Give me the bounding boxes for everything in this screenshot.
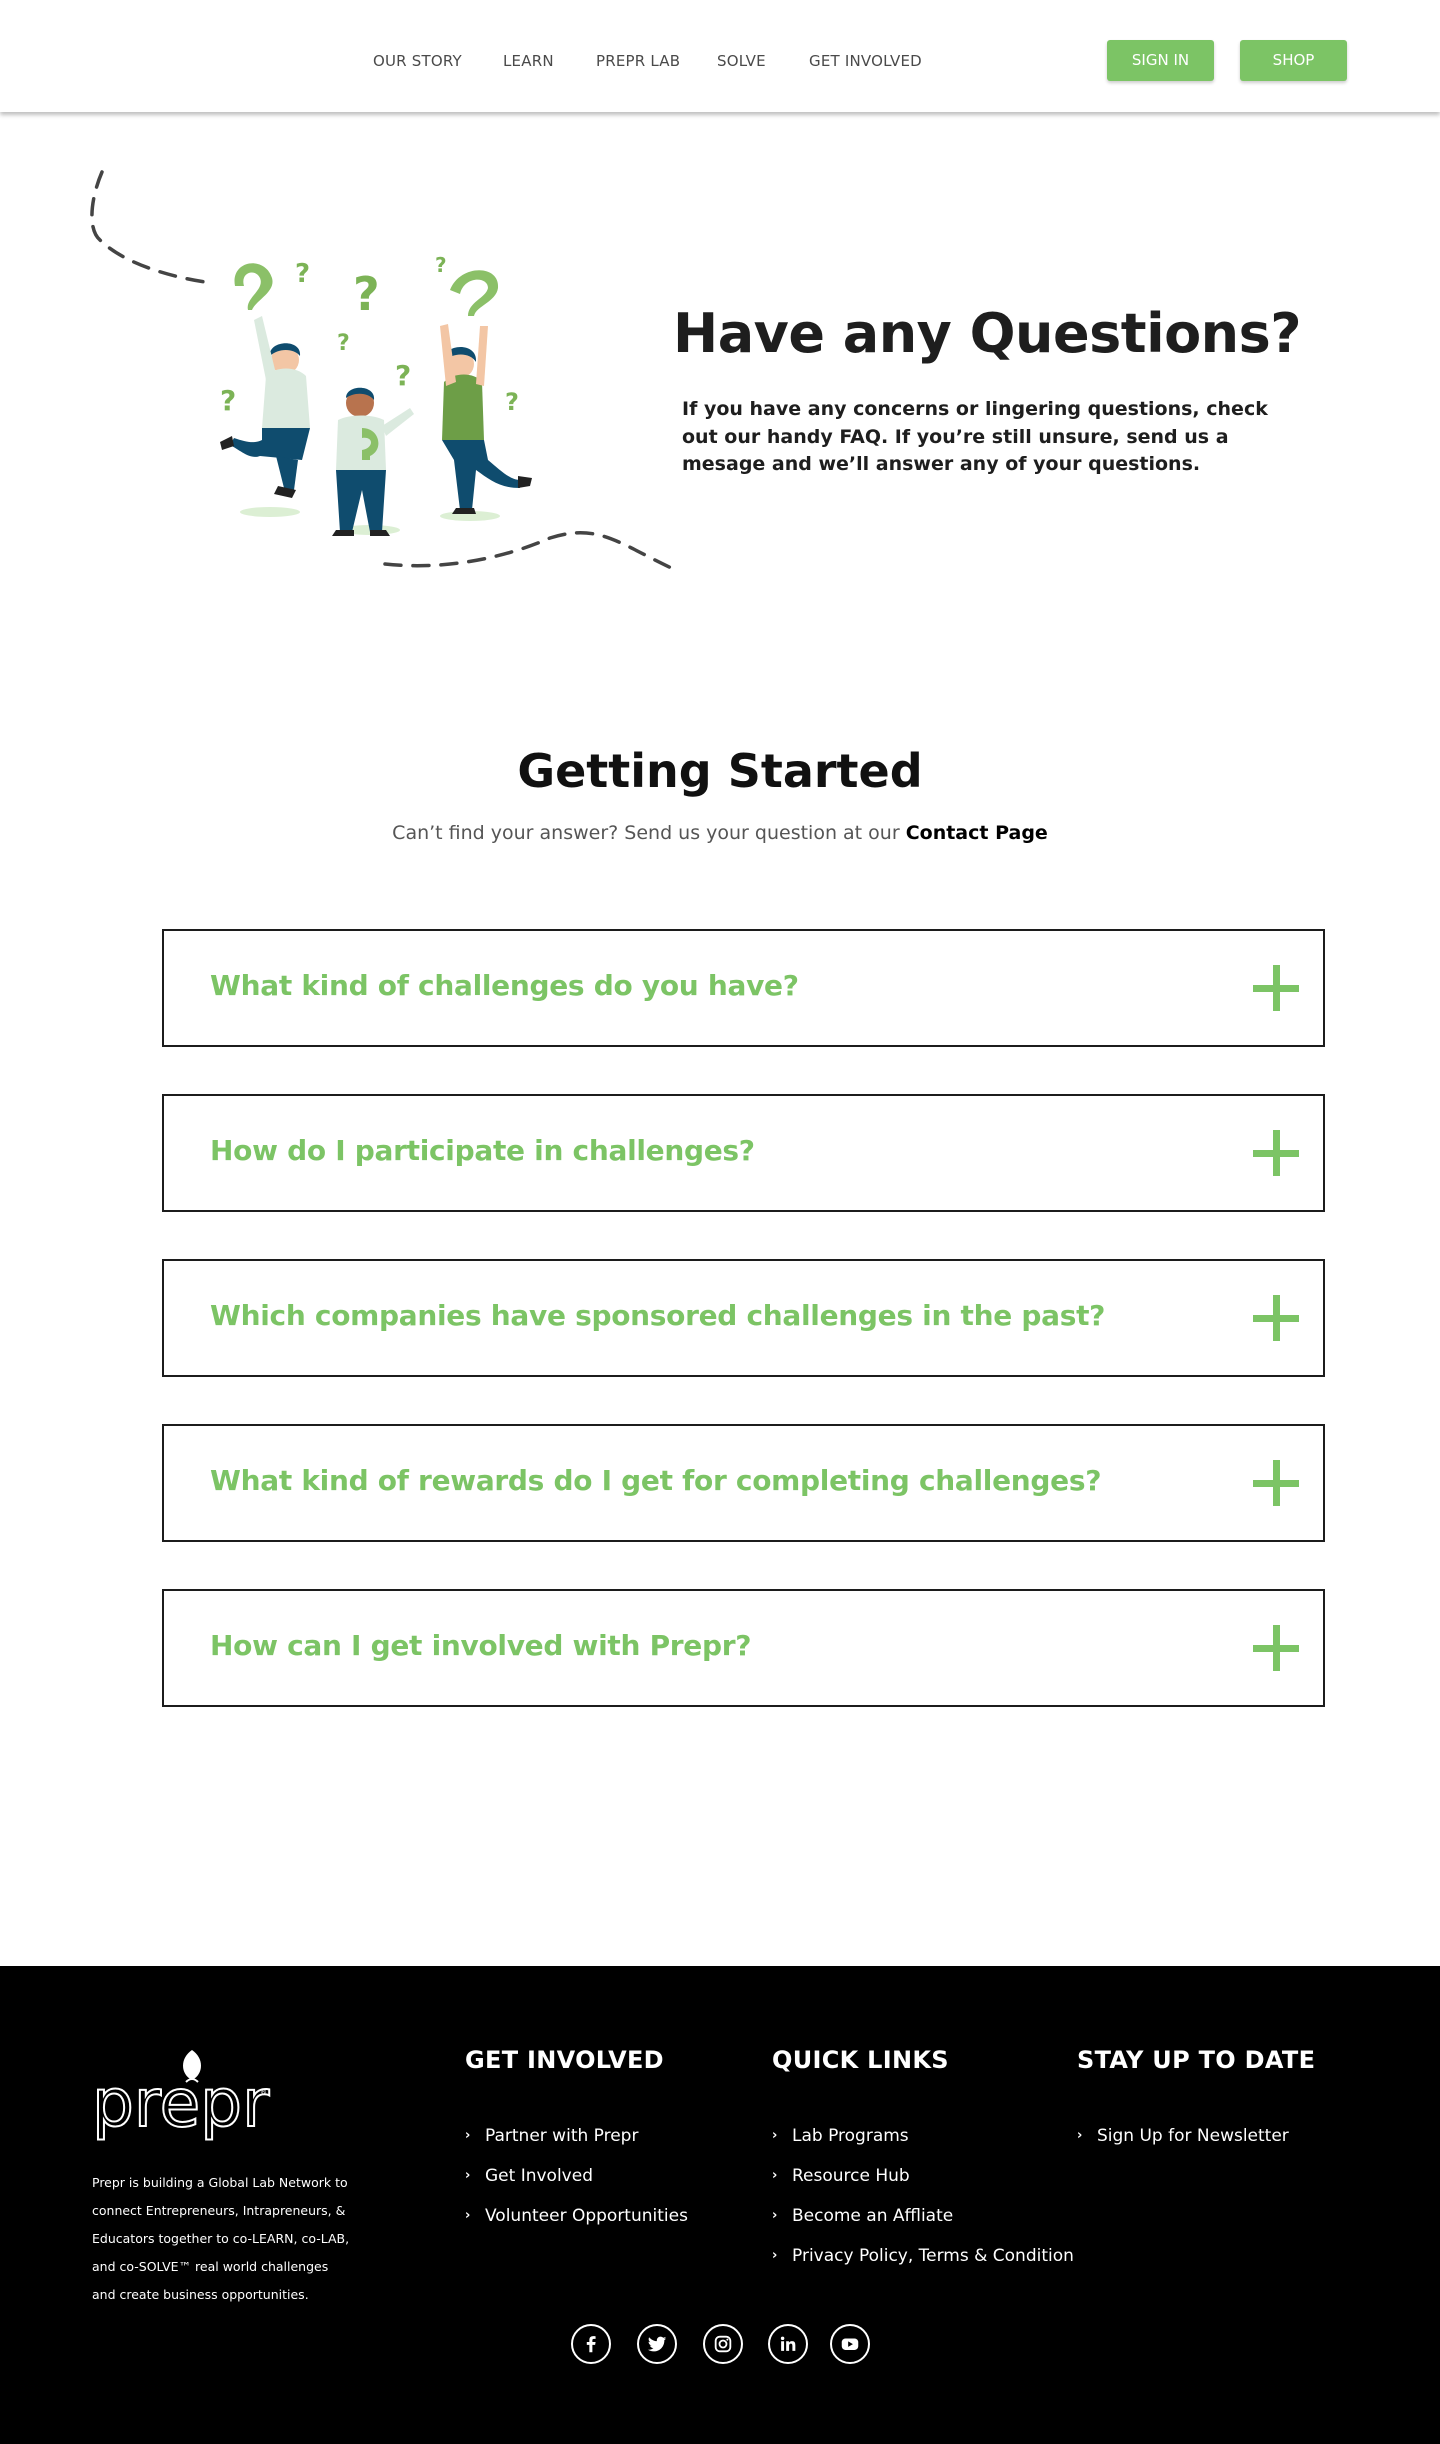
chevron-right-icon: › [772, 2128, 778, 2143]
chevron-right-icon: › [772, 2168, 778, 2183]
svg-text:prepr: prepr [92, 2065, 270, 2142]
footer-link-lab-programs[interactable]: › Lab Programs [772, 2126, 1074, 2166]
linkedin-icon[interactable] [768, 2324, 808, 2364]
footer-link-privacy[interactable]: › Privacy Policy, Terms & Condition [772, 2246, 1074, 2286]
footer-link-partner[interactable]: › Partner with Prepr [465, 2126, 688, 2166]
faq-item[interactable]: How can I get involved with Prepr? [162, 1589, 1325, 1707]
plus-icon[interactable] [1253, 965, 1299, 1011]
footer-newsletter-list: › Sign Up for Newsletter [1077, 2126, 1289, 2166]
faq-question: Which companies have sponsored challenge… [210, 1299, 1106, 1332]
plus-icon[interactable] [1253, 1130, 1299, 1176]
chevron-right-icon: › [772, 2248, 778, 2263]
svg-text:?: ? [295, 259, 310, 289]
instagram-icon[interactable] [703, 2324, 743, 2364]
subtitle-text: Can’t find your answer? Send us your que… [392, 822, 900, 844]
faq-illustration: ? ? ? ? ? ? ? [90, 170, 682, 574]
facebook-icon[interactable] [571, 2324, 611, 2364]
nav-our-story[interactable]: OUR STORY [373, 52, 462, 70]
footer-col-title-quick-links: QUICK LINKS [772, 2046, 949, 2074]
svg-text:®: ® [260, 2088, 267, 2096]
footer-col-title-get-involved: GET INVOLVED [465, 2046, 664, 2074]
twitter-icon[interactable] [637, 2324, 677, 2364]
footer-link-volunteer[interactable]: › Volunteer Opportunities [465, 2206, 688, 2246]
nav-get-involved[interactable]: GET INVOLVED [809, 52, 922, 70]
plus-icon[interactable] [1253, 1625, 1299, 1671]
footer-get-involved-list: › Partner with Prepr › Get Involved › Volun… [465, 2126, 688, 2246]
hero-title: Have any Questions? [673, 302, 1302, 365]
footer-link-get-involved[interactable]: › Get Involved [465, 2166, 688, 2206]
getting-started-subtitle: Can’t find your answer? Send us your que… [0, 822, 1440, 844]
svg-text:?: ? [220, 384, 236, 417]
svg-text:?: ? [353, 267, 380, 321]
faq-question: How do I participate in challenges? [210, 1134, 755, 1167]
youtube-icon[interactable] [830, 2324, 870, 2364]
footer-link-affiliate[interactable]: › Become an Affliate [772, 2206, 1074, 2246]
faq-item[interactable]: What kind of rewards do I get for comple… [162, 1424, 1325, 1542]
chevron-right-icon: › [465, 2168, 471, 2183]
shop-button[interactable]: SHOP [1240, 40, 1347, 81]
chevron-right-icon: › [1077, 2128, 1083, 2143]
svg-text:?: ? [395, 359, 411, 392]
faq-question: What kind of rewards do I get for comple… [210, 1464, 1102, 1497]
site-header: OUR STORY LEARN PREPR LAB SOLVE GET INVO… [0, 0, 1440, 112]
footer-quick-links-list: › Lab Programs › Resource Hub › Become an A… [772, 2126, 1074, 2286]
faq-question: What kind of challenges do you have? [210, 969, 799, 1002]
chevron-right-icon: › [465, 2208, 471, 2223]
nav-learn[interactable]: LEARN [503, 52, 554, 70]
chevron-right-icon: › [772, 2208, 778, 2223]
contact-page-link[interactable]: Contact Page [906, 822, 1048, 844]
footer-link-newsletter[interactable]: › Sign Up for Newsletter [1077, 2126, 1289, 2166]
plus-icon[interactable] [1253, 1460, 1299, 1506]
about-text: Prepr is building a Global Lab Network t… [92, 2175, 350, 2302]
site-footer: prepr ® Prepr is building a Global Lab N… [0, 1966, 1440, 2444]
faq-item[interactable]: What kind of challenges do you have? [162, 929, 1325, 1047]
nav-prepr-lab[interactable]: PREPR LAB [596, 52, 680, 70]
sign-in-button[interactable]: SIGN IN [1107, 40, 1214, 81]
svg-text:?: ? [505, 388, 519, 416]
faq-item[interactable]: How do I participate in challenges? [162, 1094, 1325, 1212]
main-nav: OUR STORY LEARN PREPR LAB SOLVE GET INVO… [0, 52, 1440, 72]
faq-item[interactable]: Which companies have sponsored challenge… [162, 1259, 1325, 1377]
svg-text:?: ? [435, 253, 447, 277]
footer-col-title-stay-up-to-date: STAY UP TO DATE [1077, 2046, 1316, 2074]
prepr-logo[interactable]: prepr ® [92, 2044, 272, 2144]
getting-started-title: Getting Started [517, 744, 923, 798]
plus-icon[interactable] [1253, 1295, 1299, 1341]
hero-description: If you have any concerns or lingering qu… [682, 398, 1268, 475]
svg-text:?: ? [337, 331, 350, 356]
faq-question: How can I get involved with Prepr? [210, 1629, 752, 1662]
footer-link-resource-hub[interactable]: › Resource Hub [772, 2166, 1074, 2206]
chevron-right-icon: › [465, 2128, 471, 2143]
nav-solve[interactable]: SOLVE [717, 52, 766, 70]
